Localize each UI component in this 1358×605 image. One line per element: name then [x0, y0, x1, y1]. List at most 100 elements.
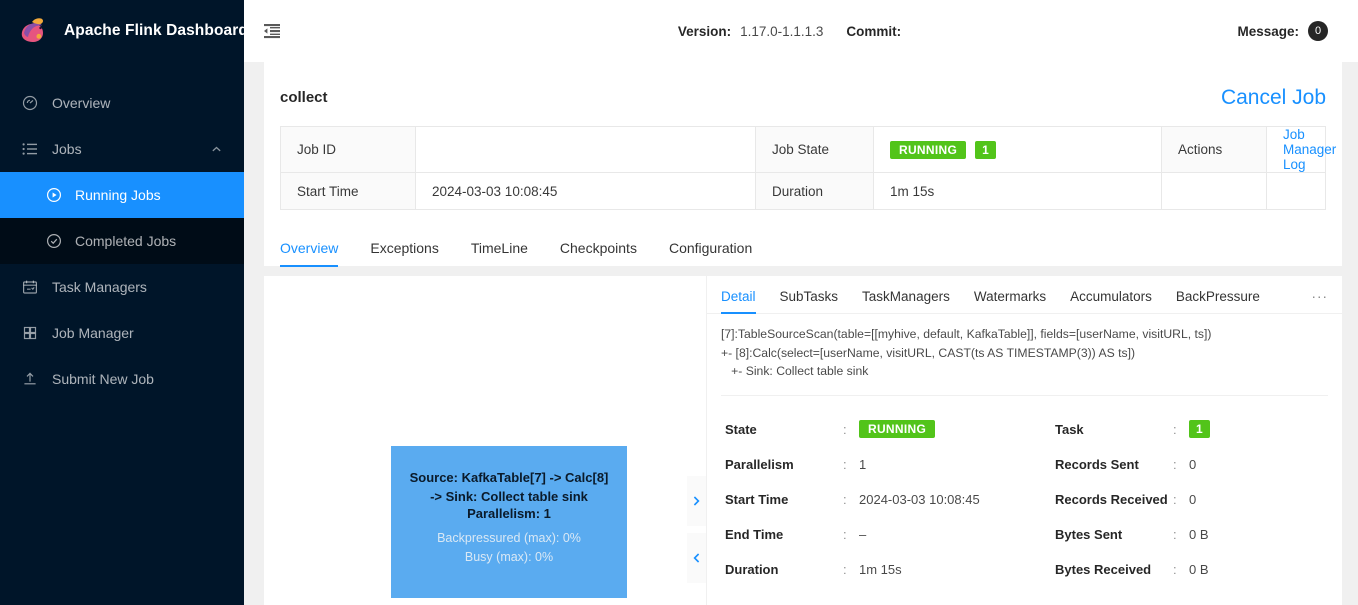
- sidebar-item-label: Completed Jobs: [75, 233, 177, 249]
- field-value: 0: [1189, 456, 1197, 472]
- job-id-value: [415, 126, 756, 173]
- cancel-job-button[interactable]: Cancel Job: [1221, 87, 1326, 108]
- field-value: 1m 15s: [859, 561, 902, 577]
- tab-watermarks[interactable]: Watermarks: [974, 289, 1046, 313]
- tab-detail[interactable]: Detail: [721, 289, 756, 314]
- sidebar-item-jobs[interactable]: Jobs: [0, 126, 244, 172]
- detail-panel: Detail SubTasks TaskManagers Watermarks …: [706, 276, 1342, 605]
- start-time-value: 2024-03-03 10:08:45: [415, 172, 756, 210]
- detail-fields-left: State : RUNNING Parallelism : 1 Start Ti…: [725, 412, 1055, 587]
- field-value: –: [859, 526, 867, 542]
- detail-tabs: Detail SubTasks TaskManagers Watermarks …: [707, 276, 1342, 314]
- topbar: Version: 1.17.0-1.1.1.3 Commit: Message:…: [244, 0, 1358, 62]
- sidebar: Apache Flink Dashboard Overview Jobs Run…: [0, 0, 244, 605]
- tab-accumulators[interactable]: Accumulators: [1070, 289, 1152, 313]
- job-state-label: Job State: [755, 126, 874, 173]
- duration-value: 1m 15s: [873, 172, 1162, 210]
- tab-backpressure[interactable]: BackPressure: [1176, 289, 1260, 313]
- status-badge: RUNNING: [859, 420, 936, 438]
- tab-subtasks[interactable]: SubTasks: [780, 289, 839, 313]
- field-value: 0 B: [1189, 526, 1209, 542]
- graph-pan-left-button[interactable]: [687, 533, 706, 583]
- graph-pan-right-button[interactable]: [687, 476, 706, 526]
- content-area: collect Cancel Job Job ID Job State RUNN…: [244, 62, 1358, 605]
- sidebar-item-submit-new-job[interactable]: Submit New Job: [0, 356, 244, 402]
- field-value: 0 B: [1189, 561, 1209, 577]
- state-count-badge: 1: [975, 140, 996, 159]
- flink-squirrel-logo: [21, 18, 43, 42]
- tab-checkpoints[interactable]: Checkpoints: [560, 240, 637, 266]
- field-separator: :: [843, 561, 847, 577]
- sidebar-item-overview[interactable]: Overview: [0, 80, 244, 126]
- sidebar-item-label: Running Jobs: [75, 187, 161, 203]
- tab-overview[interactable]: Overview: [280, 240, 339, 267]
- field-key: State: [725, 421, 757, 437]
- sidebar-item-label: Overview: [52, 95, 111, 111]
- node-parallelism: Parallelism: 1: [467, 506, 551, 521]
- menu-fold-icon[interactable]: [262, 21, 282, 41]
- brand[interactable]: Apache Flink Dashboard: [0, 0, 244, 62]
- chevron-up-icon[interactable]: [211, 144, 222, 155]
- empty-cell: [1266, 172, 1326, 210]
- upload-icon: [24, 372, 36, 385]
- topbar-meta: Version: 1.17.0-1.1.1.3 Commit:: [244, 0, 1358, 62]
- field-separator: :: [843, 421, 847, 437]
- field-key: Bytes Received: [1055, 561, 1152, 577]
- sidebar-submenu-jobs: Running Jobs Completed Jobs: [0, 172, 244, 264]
- job-graph-canvas[interactable]: Source: KafkaTable[7] -> Calc[8] -> Sink…: [264, 276, 706, 605]
- commit-label: Commit:: [846, 23, 902, 39]
- field-separator: :: [1173, 561, 1177, 577]
- node-backpressured: Backpressured (max): 0%: [437, 531, 581, 545]
- actions-label: Actions: [1161, 126, 1267, 173]
- job-summary-card: collect Cancel Job Job ID Job State RUNN…: [264, 62, 1342, 267]
- sidebar-item-label: Task Managers: [52, 279, 147, 295]
- tab-timeline[interactable]: TimeLine: [471, 240, 528, 266]
- field-key: Start Time: [725, 491, 789, 507]
- job-graph-node[interactable]: Source: KafkaTable[7] -> Calc[8] -> Sink…: [391, 446, 627, 598]
- start-time-label: Start Time: [280, 172, 416, 210]
- graph-pan-controls: [687, 476, 706, 583]
- job-id-label: Job ID: [280, 126, 416, 173]
- status-badge: RUNNING: [890, 140, 967, 159]
- brand-title: Apache Flink Dashboard: [64, 22, 244, 39]
- dashboard-icon: [22, 95, 38, 111]
- main-area: Version: 1.17.0-1.1.1.3 Commit: Message:…: [244, 0, 1358, 605]
- field-key: End Time: [725, 526, 784, 542]
- tab-taskmanagers[interactable]: TaskManagers: [862, 289, 950, 313]
- version-label: Version:: [677, 23, 732, 39]
- job-manager-log-link[interactable]: Job Manager Log: [1283, 127, 1336, 172]
- job-state-value: RUNNING 1: [873, 126, 1162, 173]
- field-value: 2024-03-03 10:08:45: [859, 491, 980, 507]
- field-separator: :: [843, 456, 847, 472]
- field-separator: :: [843, 526, 847, 542]
- table-row: Start Time 2024-03-03 10:08:45 Duration …: [280, 172, 1326, 210]
- field-records-received: Records Received : 0: [1055, 482, 1342, 517]
- field-bytes-received: Bytes Received : 0 B: [1055, 552, 1342, 587]
- field-duration: Duration : 1m 15s: [725, 552, 1055, 587]
- job-header: collect Cancel Job: [280, 80, 1326, 114]
- node-title-line2: -> Sink: Collect table sink: [430, 489, 588, 504]
- field-key: Duration: [725, 561, 779, 577]
- detail-tabs-overflow-button[interactable]: ···: [1312, 289, 1329, 313]
- tab-exceptions[interactable]: Exceptions: [370, 240, 438, 266]
- field-key: Parallelism: [725, 456, 794, 472]
- duration-label: Duration: [755, 172, 874, 210]
- tab-configuration[interactable]: Configuration: [669, 240, 752, 266]
- sidebar-nav: Overview Jobs Running Jobs Completed Job…: [0, 62, 244, 402]
- sidebar-item-label: Job Manager: [52, 325, 134, 341]
- sidebar-item-running-jobs[interactable]: Running Jobs: [0, 172, 244, 218]
- detail-fields-right: Task : 1 Records Sent : 0 Records Receiv…: [1055, 412, 1342, 587]
- field-start-time: Start Time : 2024-03-03 10:08:45: [725, 482, 1055, 517]
- chevron-left-icon: [693, 553, 700, 563]
- task-count-badge: 1: [1189, 420, 1210, 438]
- sidebar-item-task-managers[interactable]: Task Managers: [0, 264, 244, 310]
- table-row: Job ID Job State RUNNING 1 Actions Job M…: [280, 126, 1336, 173]
- sidebar-item-job-manager[interactable]: Job Manager: [0, 310, 244, 356]
- sidebar-item-label: Jobs: [52, 141, 82, 157]
- job-name: collect: [280, 88, 328, 106]
- field-records-sent: Records Sent : 0: [1055, 447, 1342, 482]
- field-key: Records Received: [1055, 491, 1168, 507]
- message-area[interactable]: Message: 0: [1237, 21, 1328, 41]
- sidebar-item-completed-jobs[interactable]: Completed Jobs: [0, 218, 244, 264]
- node-title-line1: Source: KafkaTable[7] -> Calc[8]: [409, 470, 609, 485]
